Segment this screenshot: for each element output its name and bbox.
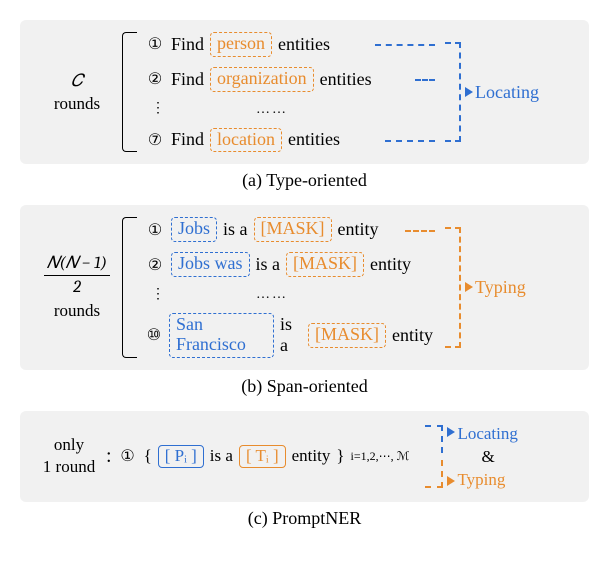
circled-number: ⑦ <box>145 130 165 150</box>
panel-span-oriented: 𝑁(𝑁 − 1) 2 rounds ① Jobs is a [MASK] ent… <box>20 205 589 369</box>
rounds-label-b: 𝑁(𝑁 − 1) 2 rounds <box>32 253 122 321</box>
is-a-word: is a <box>210 446 233 466</box>
left-brace: { <box>144 446 152 466</box>
output-c: Locating & Typing <box>449 423 545 491</box>
entity-type-chip: organization <box>210 67 314 92</box>
is-a-word: is a <box>223 219 248 240</box>
is-a-word: is a <box>280 314 302 356</box>
panel-type-oriented: 𝐶 rounds ① Find person entities ② Find o… <box>20 20 589 164</box>
output-locating-c: Locating <box>457 423 545 444</box>
entity-word: entity <box>370 254 411 275</box>
arrow-right-icon <box>447 427 455 437</box>
frac-denominator: 2 <box>44 276 110 299</box>
row-b-1: ① Jobs is a [MASK] entity <box>145 217 433 242</box>
circled-number: ① <box>118 446 138 466</box>
arrow-right-icon <box>465 87 473 97</box>
row-a-ellipsis: ⋮ …… <box>145 102 433 118</box>
entities-word: entities <box>288 129 340 150</box>
right-brace: } <box>336 446 344 466</box>
ellipsis: …… <box>171 287 433 303</box>
type-slot-chip: [ Tᵢ ] <box>239 445 286 469</box>
output-typing-c: Typing <box>457 469 545 490</box>
row-b-ellipsis: ⋮ …… <box>145 287 433 303</box>
ampersand: & <box>457 446 545 467</box>
row-a-3: ⑦ Find location entities <box>145 128 433 153</box>
connector-b <box>433 217 467 357</box>
entity-word: entity <box>392 325 433 346</box>
panel-promptner: only 1 round : ① { [ Pᵢ ] is a [ Tᵢ ] en… <box>20 411 589 503</box>
entities-word: entities <box>278 34 330 55</box>
circled-number: ① <box>145 34 165 54</box>
is-a-word: is a <box>256 254 281 275</box>
connector-a <box>433 32 467 152</box>
rounds-fraction: 𝑁(𝑁 − 1) 2 <box>44 253 110 299</box>
position-slot-chip: [ Pᵢ ] <box>158 445 204 469</box>
entity-type-chip: person <box>210 32 272 57</box>
mask-chip: [MASK] <box>254 217 332 242</box>
caption-b: (b) Span-oriented <box>20 376 589 397</box>
circled-number: ① <box>145 220 165 240</box>
span-chip: San Francisco <box>169 313 274 358</box>
rounds-word-a: rounds <box>54 94 100 113</box>
rounds-label-c: only 1 round <box>32 434 106 478</box>
span-chip: Jobs <box>171 217 217 242</box>
arrow-right-icon <box>465 282 473 292</box>
vdots: ⋮ <box>145 291 165 299</box>
rounds-word-b: rounds <box>54 301 100 320</box>
entity-word: entity <box>292 446 331 466</box>
vdots: ⋮ <box>145 105 165 113</box>
mask-chip: [MASK] <box>286 252 364 277</box>
entity-type-chip: location <box>210 128 282 153</box>
circled-number: ② <box>145 69 165 89</box>
span-chip: Jobs was <box>171 252 250 277</box>
index-subscript: i=1,2,⋯, ℳ <box>351 449 410 464</box>
only-word: only <box>54 435 84 454</box>
entities-word: entities <box>320 69 372 90</box>
connector-c <box>409 423 449 491</box>
mask-chip: [MASK] <box>308 323 386 348</box>
circled-number: ② <box>145 255 165 275</box>
row-b-3: ⑩ San Francisco is a [MASK] entity <box>145 313 433 358</box>
ellipsis: …… <box>171 102 433 118</box>
find-word: Find <box>171 69 204 90</box>
rounds-label-a: 𝐶 rounds <box>32 70 122 115</box>
arrow-right-icon <box>447 476 455 486</box>
rounds-var-c: 𝐶 <box>71 72 83 91</box>
brace-a <box>122 32 137 152</box>
colon: : <box>106 445 118 468</box>
row-a-2: ② Find organization entities <box>145 67 433 92</box>
entity-word: entity <box>338 219 379 240</box>
row-c: ① { [ Pᵢ ] is a [ Tᵢ ] entity } i=1,2,⋯,… <box>118 445 410 469</box>
rows-a: ① Find person entities ② Find organizati… <box>145 32 433 152</box>
rows-b: ① Jobs is a [MASK] entity ② Jobs was is … <box>145 217 433 357</box>
output-typing: Typing <box>467 277 575 298</box>
row-b-2: ② Jobs was is a [MASK] entity <box>145 252 433 277</box>
output-locating: Locating <box>467 82 575 103</box>
find-word: Find <box>171 129 204 150</box>
caption-c: (c) PromptNER <box>20 508 589 529</box>
brace-b <box>122 217 137 357</box>
circled-number: ⑩ <box>145 325 163 345</box>
caption-a: (a) Type-oriented <box>20 170 589 191</box>
frac-numerator: 𝑁(𝑁 − 1) <box>44 253 110 276</box>
find-word: Find <box>171 34 204 55</box>
one-round-word: 1 round <box>43 457 95 476</box>
row-a-1: ① Find person entities <box>145 32 433 57</box>
